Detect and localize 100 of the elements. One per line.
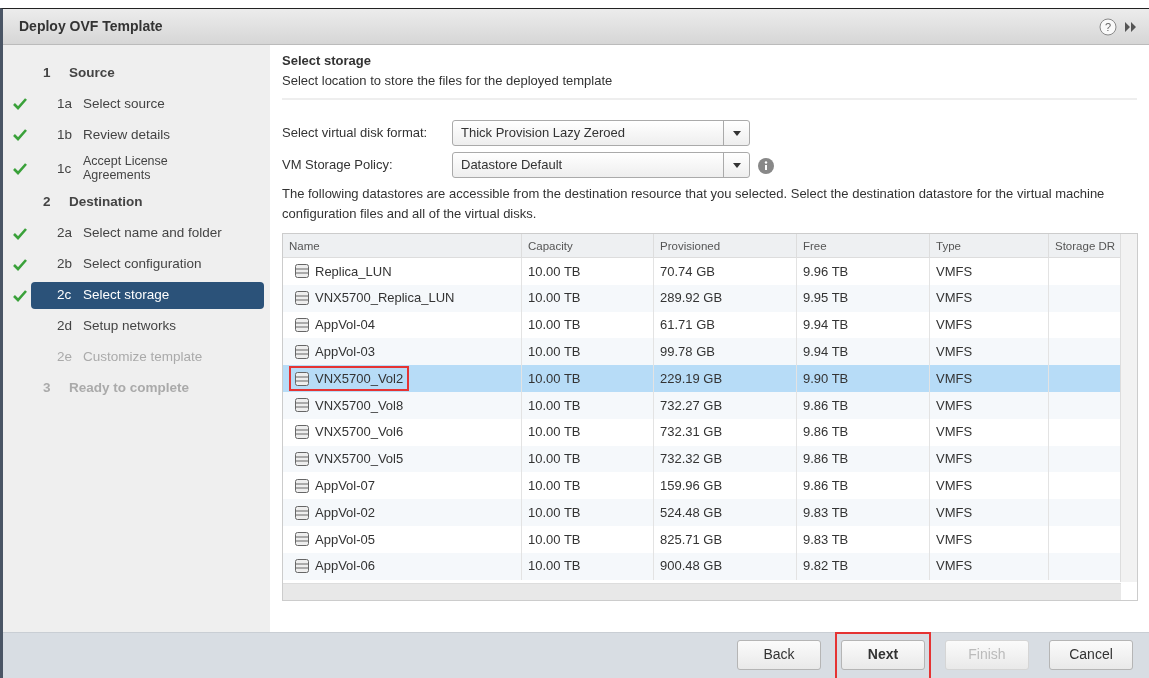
table-cell-text: 10.00 TB — [528, 503, 581, 522]
dropdown[interactable]: Datastore Default — [452, 152, 750, 178]
table-row[interactable]: AppVol-03 10.00 TB 99.78 GB 9.94 TB VMFS — [283, 338, 1121, 366]
column-header[interactable]: Type — [930, 234, 1049, 257]
caret-icon — [732, 130, 741, 136]
description-text: The following datastores are accessible from the destination resource that you selected. Select the destination datastore for the virtual machine configuration files and all of the virtual disks. — [282, 185, 1106, 223]
table-cell-text: VMFS — [936, 396, 973, 415]
table-cell-text: 9.86 TB — [803, 396, 849, 415]
datastore-icon — [295, 291, 309, 306]
table-row[interactable]: VNX5700_Replica_LUN 10.00 TB 289.92 GB 9.95 TB VMFS — [283, 284, 1121, 312]
wizard-step[interactable]: 1 Source — [31, 59, 264, 87]
wizard-substep[interactable]: 2b Select configuration — [31, 251, 264, 278]
table-cell-text: 9.86 TB — [803, 477, 849, 495]
wizard-substep[interactable]: 1a Select source — [31, 90, 264, 118]
table-row[interactable]: AppVol-02 10.00 TB 524.48 GB 9.83 TB VMFS — [283, 499, 1121, 526]
wizard-substep[interactable]: 2a Select name and folder — [31, 220, 264, 247]
window-title: Deploy OVF Template — [19, 17, 164, 36]
dropdown[interactable]: Thick Provision Lazy Zeroed — [452, 120, 750, 146]
table-cell-text: VMFS — [936, 289, 973, 308]
datastore-icon — [295, 344, 309, 359]
table-cell-text: 10.00 TB — [528, 450, 581, 469]
table-cell-text: 70.74 GB — [660, 262, 715, 281]
table-cell-text: 10.00 TB — [528, 369, 581, 388]
wizard-step[interactable]: 2 Destination — [31, 189, 264, 216]
field-label: Select virtual disk format: — [282, 124, 429, 143]
info-icon[interactable] — [758, 157, 774, 174]
table-cell-text: VNX5700_Vol6 — [315, 423, 404, 442]
table-cell-text: 99.78 GB — [660, 343, 715, 362]
table-cell-text: 10.00 TB — [528, 477, 581, 495]
table-cell-text: 524.48 GB — [660, 503, 723, 522]
table-row[interactable]: AppVol-06 10.00 TB 900.48 GB 9.82 TB VMFS — [283, 552, 1121, 580]
page-subtitle: Select location to store the files for the deployed template — [282, 71, 614, 90]
table-cell-text: 825.71 GB — [660, 530, 723, 549]
table-cell-text: AppVol-04 — [315, 316, 375, 335]
wizard-button[interactable]: Back — [737, 639, 821, 670]
wizard-substep[interactable]: 2d Setup networks — [31, 313, 264, 340]
page-title: Select storage — [282, 52, 372, 70]
horizontal-scrollbar[interactable] — [283, 583, 1121, 600]
table-cell-text: 10.00 TB — [528, 289, 581, 308]
table-cell-text: 9.83 TB — [803, 530, 849, 549]
wizard-button[interactable]: Next — [841, 639, 925, 670]
help-icon[interactable]: ? — [1099, 17, 1117, 36]
table-cell-text: AppVol-03 — [315, 343, 375, 362]
table-cell-text: VMFS — [936, 477, 973, 495]
table-cell-text: VMFS — [936, 450, 973, 469]
datastore-icon — [295, 318, 309, 332]
table-cell-text: 9.86 TB — [803, 423, 849, 442]
vertical-scrollbar[interactable] — [1120, 234, 1137, 582]
table-cell-text: VMFS — [936, 316, 973, 335]
datastore-icon — [295, 371, 309, 386]
table-cell-text: VNX5700_Vol5 — [315, 450, 404, 469]
wizard-substep[interactable]: 2c Select storage — [31, 282, 264, 309]
table-row[interactable]: VNX5700_Vol2 10.00 TB 229.19 GB 9.90 TB VMFS — [283, 365, 1121, 392]
datastore-icon — [295, 398, 309, 413]
column-header[interactable]: Capacity — [522, 234, 654, 257]
column-header[interactable]: Free — [797, 234, 930, 257]
table-cell-text: 9.90 TB — [803, 369, 849, 388]
caret-icon — [732, 162, 741, 168]
table-cell-text: VNX5700_Vol2 — [315, 369, 404, 388]
table-cell-text: 9.95 TB — [803, 289, 849, 308]
table-cell-text: VMFS — [936, 557, 973, 576]
table-cell-text: 900.48 GB — [660, 557, 723, 576]
table-cell-text: AppVol-06 — [315, 557, 375, 576]
wizard-substep[interactable]: 1b Review details — [31, 121, 264, 149]
expand-icon[interactable] — [1125, 21, 1137, 32]
table-cell-text: 10.00 TB — [528, 343, 581, 362]
table-cell-text: VMFS — [936, 503, 973, 522]
table-cell-text: 289.92 GB — [660, 289, 723, 308]
table-cell-text: 10.00 TB — [528, 316, 581, 335]
wizard-button[interactable]: Cancel — [1049, 639, 1133, 670]
table-row[interactable]: VNX5700_Vol8 10.00 TB 732.27 GB 9.86 TB VMFS — [283, 392, 1121, 419]
table-cell-text: AppVol-02 — [315, 503, 375, 522]
table-cell-text: 229.19 GB — [660, 369, 723, 388]
table-row[interactable]: VNX5700_Vol5 10.00 TB 732.32 GB 9.86 TB VMFS — [283, 445, 1121, 473]
table-cell-text: VMFS — [936, 262, 973, 281]
table-cell-text: VMFS — [936, 423, 973, 442]
table-cell-text: 10.00 TB — [528, 262, 581, 281]
datastore-icon — [295, 505, 309, 520]
table-cell-text: 732.31 GB — [660, 423, 723, 442]
field-label: VM Storage Policy: — [282, 156, 394, 175]
table-cell-text: 9.86 TB — [803, 450, 849, 469]
table-cell-text: 732.27 GB — [660, 396, 723, 415]
datastore-icon — [295, 532, 309, 547]
table-cell-text: 10.00 TB — [528, 396, 581, 415]
column-header[interactable]: Name — [283, 234, 522, 257]
table-cell-text: 159.96 GB — [660, 477, 723, 495]
datastore-icon — [295, 425, 309, 440]
table-cell-text: 10.00 TB — [528, 423, 581, 442]
table-cell-text: VMFS — [936, 530, 973, 549]
table-cell-text: Replica_LUN — [315, 262, 392, 281]
table-cell-text: 10.00 TB — [528, 530, 581, 549]
table-cell-text: VMFS — [936, 369, 973, 388]
datastore-icon — [295, 451, 309, 466]
datastore-icon — [295, 478, 309, 493]
table-cell-text: 9.82 TB — [803, 557, 849, 576]
table-cell-text: 61.71 GB — [660, 316, 715, 335]
column-header[interactable]: Provisioned — [654, 234, 797, 257]
table-cell-text: 9.94 TB — [803, 343, 849, 362]
table-cell-text: 9.96 TB — [803, 262, 849, 281]
table-cell-text: 9.94 TB — [803, 316, 849, 335]
